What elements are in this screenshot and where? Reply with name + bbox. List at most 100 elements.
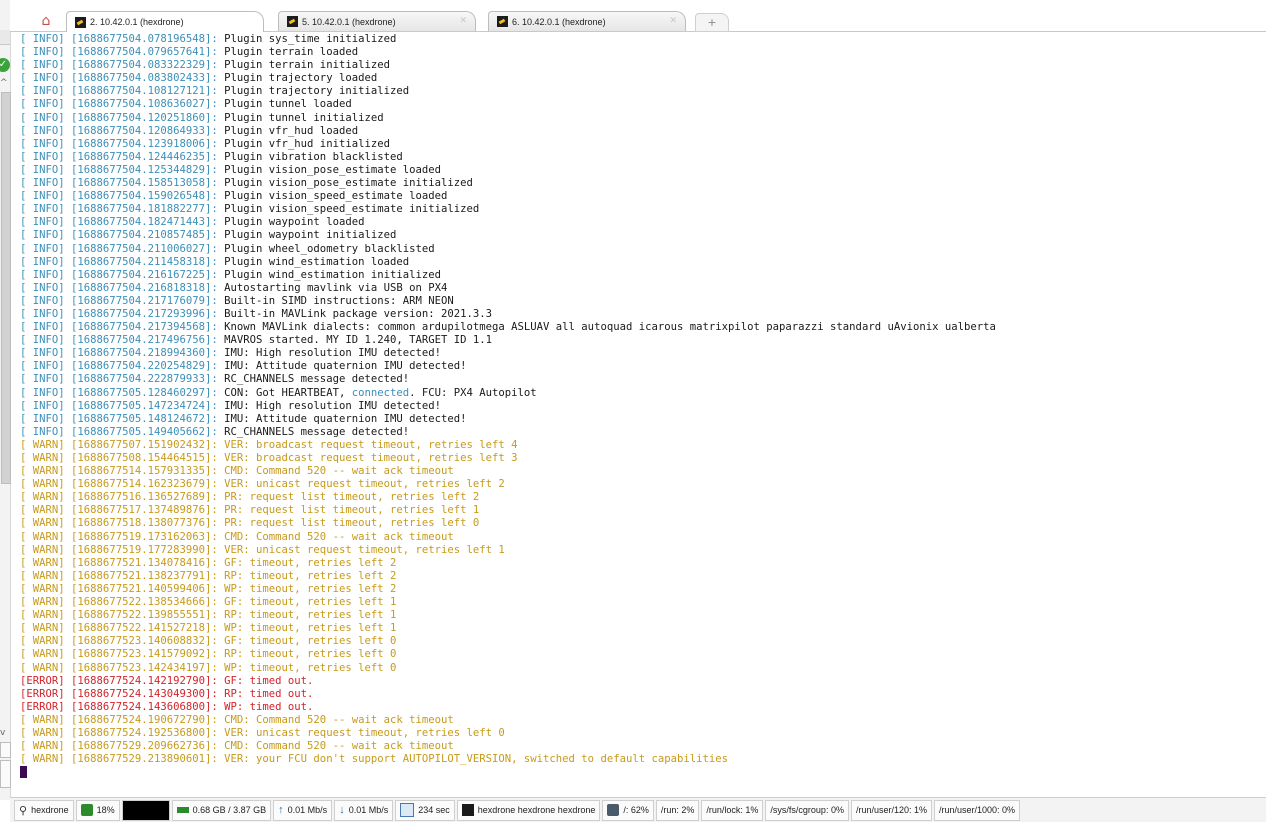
log-line: [ INFO] [1688677504.218994360]: IMU: Hig… [20, 347, 441, 360]
log-message: Plugin tunnel initialized [224, 111, 384, 124]
log-level: [ INFO] [20, 307, 72, 320]
log-level: [ WARN] [20, 726, 72, 739]
log-line: [ WARN] [1688677522.139855551]: RP: time… [20, 609, 397, 622]
log-level: [ INFO] [20, 347, 72, 360]
gutter-box[interactable] [0, 30, 10, 45]
close-icon[interactable]: ✕ [459, 15, 467, 26]
log-timestamp: 1688677504.218994360 [77, 347, 205, 360]
log-line: [ WARN] [1688677524.190672790]: CMD: Com… [20, 713, 454, 726]
log-timestamp: 1688677521.134078416 [77, 556, 205, 569]
log-message-tail: . FCU: PX4 Autopilot [409, 386, 537, 399]
gutter-button[interactable] [0, 742, 11, 758]
log-line: [ INFO] [1688677504.181882277]: Plugin v… [20, 203, 480, 216]
log-message: Plugin vibration blacklisted [224, 150, 403, 163]
log-timestamp: 1688677504.217293996 [77, 307, 205, 320]
log-line: [ WARN] [1688677524.192536800]: VER: uni… [20, 726, 505, 739]
log-message: CON: Got HEARTBEAT, [224, 386, 352, 399]
cpu-icon [80, 804, 93, 816]
log-timestamp: 1688677522.139855551 [77, 609, 205, 622]
log-level: [ WARN] [20, 556, 72, 569]
disk-usage: /run/user/1000: 0% [939, 805, 1016, 815]
log-timestamp: 1688677508.154464515 [77, 452, 205, 464]
log-line: [ INFO] [1688677504.078196548]: Plugin s… [20, 33, 397, 45]
log-line: [ INFO] [1688677504.123918006]: Plugin v… [20, 137, 390, 150]
gutter-button-2[interactable] [0, 760, 11, 788]
log-line: [ INFO] [1688677504.083802433]: Plugin t… [20, 72, 378, 85]
prompt-line[interactable] [20, 766, 1260, 779]
disk-usage: /run/user/120: 1% [855, 805, 927, 815]
terminal-output[interactable]: [ INFO] [1688677504.078196548]: Plugin s… [20, 33, 1260, 779]
log-line: [ WARN] [1688677521.138237791]: RP: time… [20, 569, 397, 582]
log-timestamp: 1688677504.123918006 [77, 137, 205, 150]
log-level: [ WARN] [20, 661, 72, 674]
log-level: [ INFO] [20, 216, 72, 229]
log-timestamp: 1688677522.138534666 [77, 596, 205, 609]
log-message: RP: timeout, retries left 0 [224, 648, 397, 661]
log-timestamp: 1688677517.137489876 [77, 504, 205, 517]
log-message: Plugin vision_speed_estimate loaded [224, 190, 448, 203]
log-line: [ WARN] [1688677514.157931335]: CMD: Com… [20, 465, 454, 478]
log-level: [ WARN] [20, 452, 72, 464]
log-line: [ INFO] [1688677504.108636027]: Plugin t… [20, 98, 352, 111]
log-line: [ INFO] [1688677504.108127121]: Plugin t… [20, 85, 410, 98]
log-level: [ INFO] [20, 334, 72, 347]
log-line: [ WARN] [1688677519.177283990]: VER: uni… [20, 543, 505, 556]
log-level: [ERROR] [20, 674, 72, 687]
log-message: WP: timeout, retries left 1 [224, 622, 397, 635]
scroll-down-icon[interactable]: v [0, 728, 5, 738]
log-timestamp: 1688677504.124446235 [77, 150, 205, 163]
log-message: WP: timeout, retries left 2 [224, 582, 397, 595]
tab-session-6[interactable]: 6. 10.42.0.1 (hexdrone) ✕ [488, 11, 686, 31]
log-level: [ INFO] [20, 46, 72, 59]
log-line: [ WARN] [1688677514.162323679]: VER: uni… [20, 478, 505, 491]
log-line: [ WARN] [1688677522.141527218]: WP: time… [20, 622, 397, 635]
log-timestamp: 1688677524.142192790 [77, 674, 205, 687]
log-message: VER: your FCU don't support AUTOPILOT_VE… [224, 753, 729, 766]
log-timestamp: 1688677521.138237791 [77, 569, 205, 582]
log-line: [ WARN] [1688677517.137489876]: PR: requ… [20, 504, 480, 517]
log-level: [ WARN] [20, 491, 72, 504]
log-message: WP: timed out. [224, 700, 314, 713]
log-level: [ INFO] [20, 281, 72, 294]
log-line: [ INFO] [1688677504.158513058]: Plugin v… [20, 177, 473, 190]
log-level: [ INFO] [20, 59, 72, 72]
log-timestamp: 1688677514.162323679 [77, 478, 205, 491]
scrollbar-thumb[interactable] [1, 92, 11, 484]
tab-session-2[interactable]: 2. 10.42.0.1 (hexdrone) [66, 11, 264, 32]
log-level: [ INFO] [20, 386, 72, 399]
user-label: hexdrone [31, 805, 69, 815]
log-timestamp: 1688677504.211006027 [77, 242, 205, 255]
log-message: GF: timeout, retries left 0 [224, 635, 397, 648]
log-message: Plugin vision_pose_estimate initialized [224, 177, 473, 190]
new-tab-button[interactable]: + [695, 13, 729, 32]
log-timestamp: 1688677505.147234724 [77, 399, 205, 412]
log-timestamp: 1688677504.216167225 [77, 268, 205, 281]
log-level: [ INFO] [20, 137, 72, 150]
status-disk-run-lock: /run/lock: 1% [701, 799, 764, 821]
status-disk-user-120: /run/user/120: 1% [850, 799, 932, 821]
log-line: [ INFO] [1688677504.120864933]: Plugin v… [20, 124, 359, 137]
log-timestamp: 1688677505.149405662 [77, 425, 205, 438]
log-level: [ WARN] [20, 465, 72, 478]
log-timestamp: 1688677504.078196548 [77, 33, 205, 45]
disk-usage: /run: 2% [660, 805, 695, 815]
log-level: [ INFO] [20, 124, 72, 137]
log-level: [ WARN] [20, 569, 72, 582]
home-tab[interactable]: ⌂ [32, 11, 60, 31]
log-timestamp: 1688677519.173162063 [77, 530, 205, 543]
log-level: [ INFO] [20, 229, 72, 242]
log-timestamp: 1688677529.209662736 [77, 740, 205, 753]
tab-session-5[interactable]: 5. 10.42.0.1 (hexdrone) ✕ [278, 11, 476, 31]
close-icon[interactable]: ✕ [669, 15, 677, 26]
log-line: [ INFO] [1688677504.211458318]: Plugin w… [20, 255, 410, 268]
log-level: [ INFO] [20, 360, 72, 373]
log-timestamp: 1688677505.148124672 [77, 412, 205, 425]
status-memory: 0.68 GB / 3.87 GB [171, 799, 272, 821]
log-message: RC_CHANNELS message detected! [224, 425, 410, 438]
scroll-up-icon[interactable]: ^ [0, 78, 8, 88]
log-timestamp: 1688677504.108127121 [77, 85, 205, 98]
log-level: [ INFO] [20, 294, 72, 307]
log-level: [ INFO] [20, 85, 72, 98]
clock-icon [400, 803, 415, 817]
log-timestamp: 1688677516.136527689 [77, 491, 205, 504]
